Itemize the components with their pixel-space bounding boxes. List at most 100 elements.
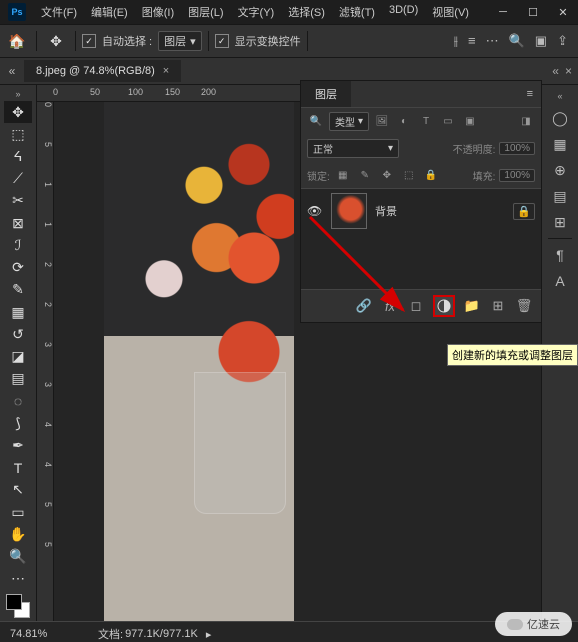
canvas[interactable]: [54, 102, 294, 621]
zoom-value[interactable]: 74.81%: [0, 628, 74, 640]
menu-select[interactable]: 选择(S): [281, 0, 332, 24]
filter-smart-icon[interactable]: ▣: [461, 113, 479, 131]
distribute-icon[interactable]: ≡: [468, 33, 476, 49]
delete-layer-icon[interactable]: 🗑: [515, 297, 533, 315]
visibility-toggle-icon[interactable]: 👁: [307, 204, 323, 218]
link-layers-icon[interactable]: 🔗: [355, 297, 373, 315]
path-select-tool[interactable]: ↖: [4, 479, 32, 501]
foreground-color-swatch[interactable]: [6, 594, 22, 610]
hand-tool[interactable]: ✋: [4, 523, 32, 545]
dodge-tool[interactable]: ⟆: [4, 412, 32, 434]
opacity-value[interactable]: 100%: [499, 142, 535, 155]
lasso-tool[interactable]: ᔦ: [4, 145, 32, 167]
eyedropper-tool[interactable]: ℐ: [4, 234, 32, 256]
eraser-tool[interactable]: ◪: [4, 345, 32, 367]
lock-all-icon[interactable]: 🔒: [422, 166, 440, 184]
close-icon[interactable]: ✕: [548, 0, 578, 24]
properties-panel-icon[interactable]: ▤: [546, 183, 574, 209]
adjustments-panel-icon[interactable]: ⊕: [546, 157, 574, 183]
document-tab[interactable]: 8.jpeg @ 74.8%(RGB/8) ×: [24, 60, 181, 82]
zoom-tool[interactable]: 🔍: [4, 545, 32, 567]
blend-mode-dropdown[interactable]: 正常 ▾: [307, 139, 399, 158]
layer-row-background[interactable]: 👁 背景 🔒: [301, 189, 541, 233]
ruler-vertical[interactable]: 0 5 1 1 2 2 3 3 4 4 5 5: [37, 102, 54, 621]
lock-image-icon[interactable]: ▦: [334, 166, 352, 184]
panel-menu-icon[interactable]: ≡: [527, 88, 541, 100]
menu-file[interactable]: 文件(F): [34, 0, 84, 24]
rail-collapse-icon[interactable]: «: [557, 91, 562, 101]
type-tool[interactable]: T: [4, 457, 32, 479]
filter-pixel-icon[interactable]: 🖼: [373, 113, 391, 131]
toolbox-collapse-icon[interactable]: »: [15, 89, 20, 99]
character-panel-icon[interactable]: A: [546, 268, 574, 294]
tab-close-all-icon[interactable]: ×: [565, 64, 572, 78]
search-icon[interactable]: 🔍: [509, 33, 525, 49]
new-group-icon[interactable]: 📁: [463, 297, 481, 315]
menu-edit[interactable]: 编辑(E): [84, 0, 135, 24]
fill-value[interactable]: 100%: [499, 169, 535, 182]
color-panel-icon[interactable]: ◯: [546, 105, 574, 131]
edit-toolbar-icon[interactable]: ⋯: [4, 568, 32, 590]
menu-type[interactable]: 文字(Y): [231, 0, 282, 24]
layer-thumbnail[interactable]: [331, 193, 367, 229]
menu-image[interactable]: 图像(I): [135, 0, 181, 24]
layer-name[interactable]: 背景: [375, 203, 397, 219]
doc-size[interactable]: 文档: 977.1K/977.1K ▸: [74, 626, 211, 642]
layers-tab[interactable]: 图层: [301, 81, 351, 107]
blur-tool[interactable]: ◌: [4, 390, 32, 412]
menu-view[interactable]: 视图(V): [425, 0, 476, 24]
auto-select-target-dropdown[interactable]: 图层 ▾: [158, 31, 202, 51]
lock-brush-icon[interactable]: ✎: [356, 166, 374, 184]
move-tool-icon[interactable]: ✥: [43, 28, 69, 54]
auto-select-checkbox[interactable]: ✓: [82, 34, 96, 48]
pen-tool[interactable]: ✒: [4, 434, 32, 456]
marquee-tool[interactable]: ⬚: [4, 123, 32, 145]
filter-toggle-icon[interactable]: ◨: [517, 113, 535, 131]
shape-tool[interactable]: ▭: [4, 501, 32, 523]
ruler-tick: 0: [53, 87, 58, 97]
tabs-expand-icon[interactable]: «: [552, 64, 559, 78]
lock-artboard-icon[interactable]: ⬚: [400, 166, 418, 184]
filter-adjust-icon[interactable]: ◐: [395, 113, 413, 131]
layer-lock-icon[interactable]: 🔒: [513, 203, 535, 220]
tab-close-icon[interactable]: ×: [163, 65, 169, 77]
workspace-icon[interactable]: ▣: [535, 33, 547, 49]
add-mask-icon[interactable]: ◻: [407, 297, 425, 315]
frame-tool[interactable]: ⊠: [4, 212, 32, 234]
align-icon[interactable]: ⫲: [454, 33, 458, 49]
more-icon[interactable]: ⋯: [486, 33, 499, 49]
toolbox: » ✥ ⬚ ᔦ ⟋ ✂ ⊠ ℐ ⟳ ✎ ▦ ↺ ◪ ▤ ◌ ⟆ ✒ T ↖ ▭ …: [0, 85, 37, 621]
crop-tool[interactable]: ✂: [4, 190, 32, 212]
brush-tool[interactable]: ✎: [4, 279, 32, 301]
flyout-icon[interactable]: ▸: [206, 628, 212, 641]
color-swatches[interactable]: [4, 594, 32, 621]
menu-layer[interactable]: 图层(L): [181, 0, 230, 24]
search-icon[interactable]: 🔍: [307, 113, 325, 131]
lock-position-icon[interactable]: ✥: [378, 166, 396, 184]
swatches-panel-icon[interactable]: ▦: [546, 131, 574, 157]
fx-icon[interactable]: fx: [381, 297, 399, 315]
gradient-tool[interactable]: ▤: [4, 368, 32, 390]
filter-type-dropdown[interactable]: 类型 ▾: [329, 112, 369, 131]
history-brush-tool[interactable]: ↺: [4, 323, 32, 345]
clone-stamp-tool[interactable]: ▦: [4, 301, 32, 323]
new-layer-icon[interactable]: ⊞: [489, 297, 507, 315]
libraries-panel-icon[interactable]: ⊞: [546, 209, 574, 235]
filter-type-icon[interactable]: T: [417, 113, 435, 131]
maximize-icon[interactable]: ☐: [518, 0, 548, 24]
healing-brush-tool[interactable]: ⟳: [4, 257, 32, 279]
show-transform-checkbox[interactable]: ✓: [215, 34, 229, 48]
minimize-icon[interactable]: ─: [488, 0, 518, 24]
home-icon[interactable]: 🏠: [4, 28, 30, 54]
menu-3d[interactable]: 3D(D): [382, 0, 425, 24]
move-tool[interactable]: ✥: [4, 101, 32, 123]
paragraph-panel-icon[interactable]: ¶: [546, 242, 574, 268]
quick-select-tool[interactable]: ⟋: [4, 168, 32, 190]
layers-panel[interactable]: 图层 ≡ 🔍 类型 ▾ 🖼 ◐ T ▭ ▣ ◨ 正常 ▾ 不透明度: 100% …: [300, 80, 542, 323]
menu-filter[interactable]: 滤镜(T): [332, 0, 382, 24]
filter-shape-icon[interactable]: ▭: [439, 113, 457, 131]
new-fill-adjustment-layer-icon[interactable]: [433, 295, 455, 317]
tabs-collapse-icon[interactable]: «: [0, 64, 24, 78]
doc-value: 977.1K/977.1K: [125, 628, 198, 640]
share-icon[interactable]: ⇪: [557, 33, 568, 49]
